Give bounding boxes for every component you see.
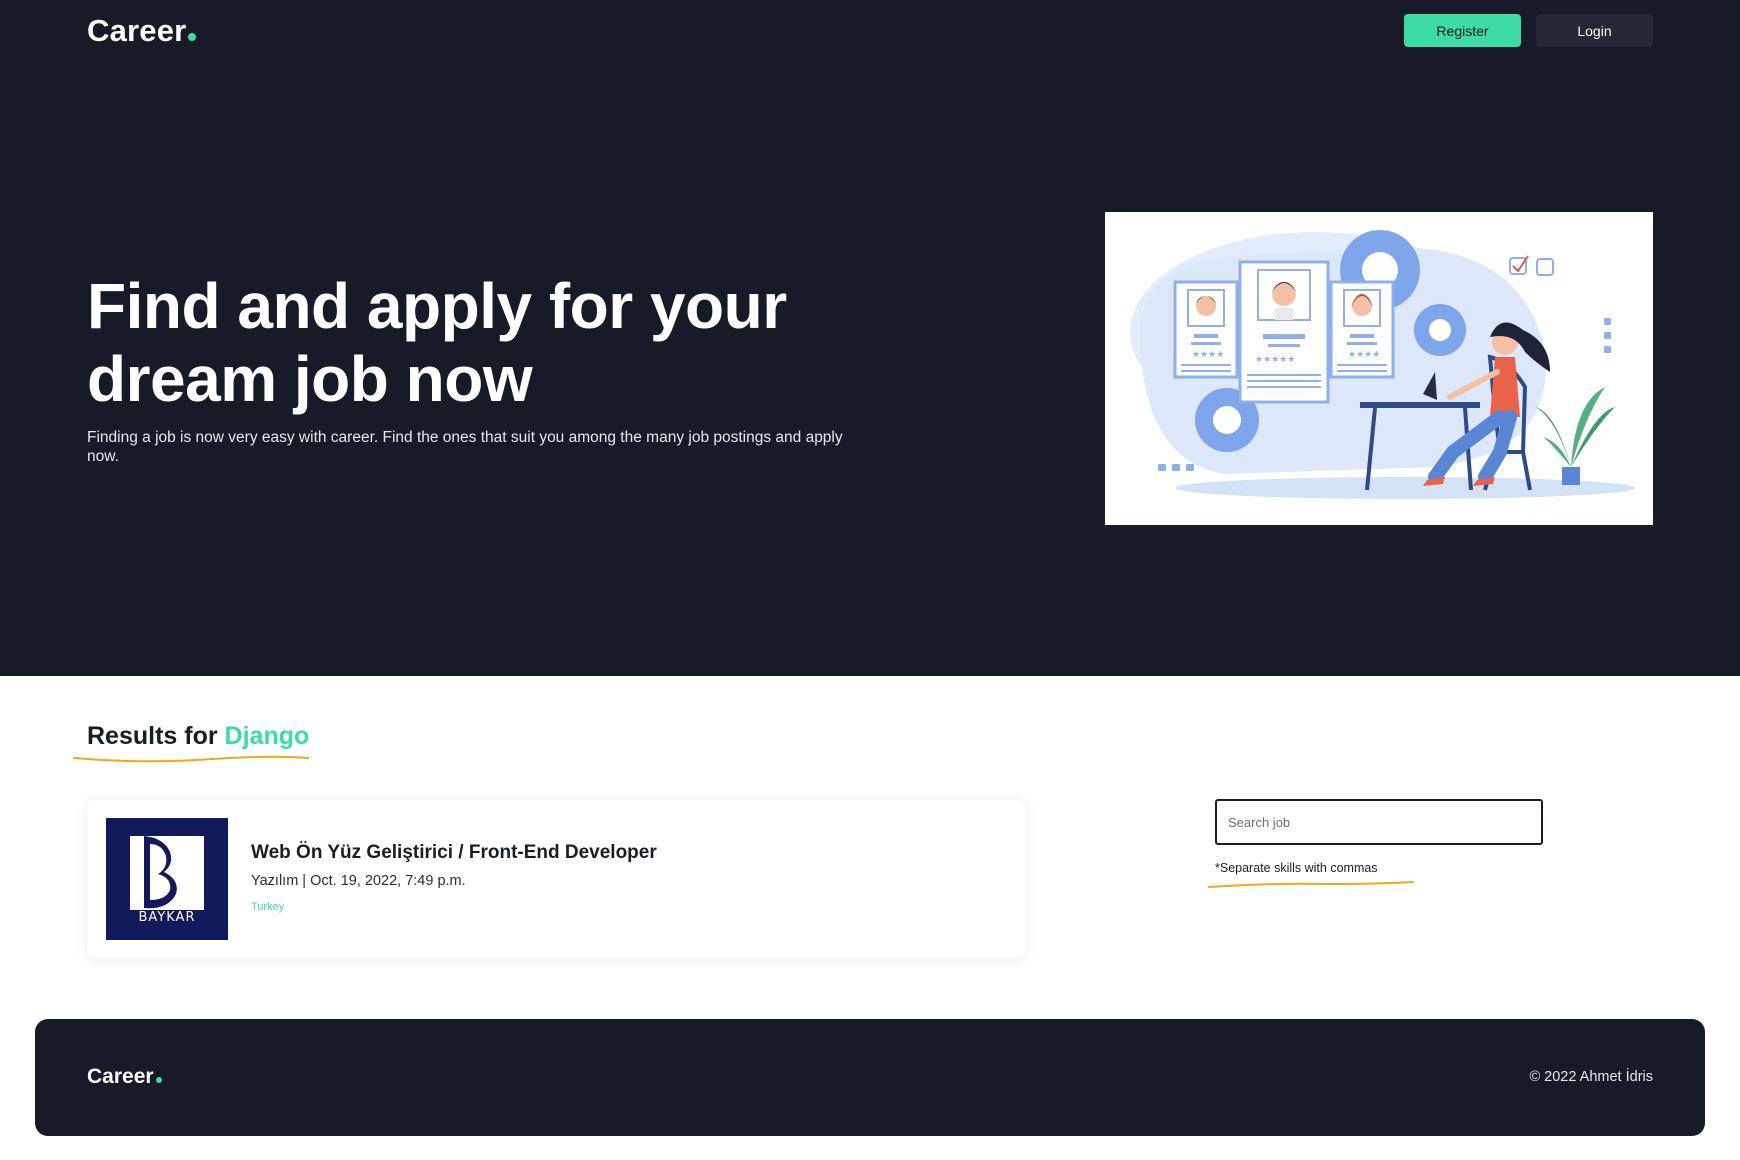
results-title: Results for Django xyxy=(87,722,309,751)
svg-text:★★★★★: ★★★★★ xyxy=(1255,355,1295,365)
job-card[interactable]: BAYKAR Web Ön Yüz Geliştirici / Front-En… xyxy=(87,800,1026,958)
results-keyword: Django xyxy=(224,722,310,750)
footer-brand-dot-icon xyxy=(155,1077,162,1083)
brand-dot-icon xyxy=(188,33,197,41)
footer: Career © 2022 Ahmet İdris xyxy=(35,1019,1705,1136)
job-location: Turkey xyxy=(251,901,285,913)
brand-logo[interactable]: Career xyxy=(87,13,197,49)
hero-section: Career Register Login Find and apply for… xyxy=(0,0,1740,676)
search-input[interactable] xyxy=(1215,799,1543,845)
hero-subline: Finding a job is now very easy with care… xyxy=(87,429,843,465)
top-nav: Career Register Login xyxy=(0,0,1740,62)
company-logo-text: BAYKAR xyxy=(139,910,196,925)
register-button[interactable]: Register xyxy=(1404,14,1521,47)
footer-brand[interactable]: Career xyxy=(87,1065,162,1089)
job-search-illustration-icon: ★★★★ ★★★★★ ★★★★ xyxy=(1130,230,1635,499)
login-button[interactable]: Login xyxy=(1536,14,1653,47)
baykar-logo-icon: BAYKAR xyxy=(130,836,204,925)
hero-illustration: ★★★★ ★★★★★ ★★★★ xyxy=(1105,212,1653,525)
company-logo: BAYKAR xyxy=(106,818,228,940)
hero-headline: Find and apply for your dream job now xyxy=(87,270,787,415)
footer-copyright: © 2022 Ahmet İdris xyxy=(1529,1069,1653,1085)
footer-brand-name: Career xyxy=(87,1065,154,1088)
svg-text:★★★★: ★★★★ xyxy=(1192,350,1224,360)
brand-name: Career xyxy=(87,13,187,48)
results-prefix: Results for xyxy=(87,722,218,750)
job-title[interactable]: Web Ön Yüz Geliştirici / Front-End Devel… xyxy=(251,842,657,864)
hint-underline-icon xyxy=(1208,881,1414,888)
results-underline-icon xyxy=(73,755,309,763)
search-hint: *Separate skills with commas xyxy=(1215,861,1378,875)
job-meta: Yazılım | Oct. 19, 2022, 7:49 p.m. xyxy=(251,873,466,889)
svg-text:★★★★: ★★★★ xyxy=(1348,350,1380,360)
